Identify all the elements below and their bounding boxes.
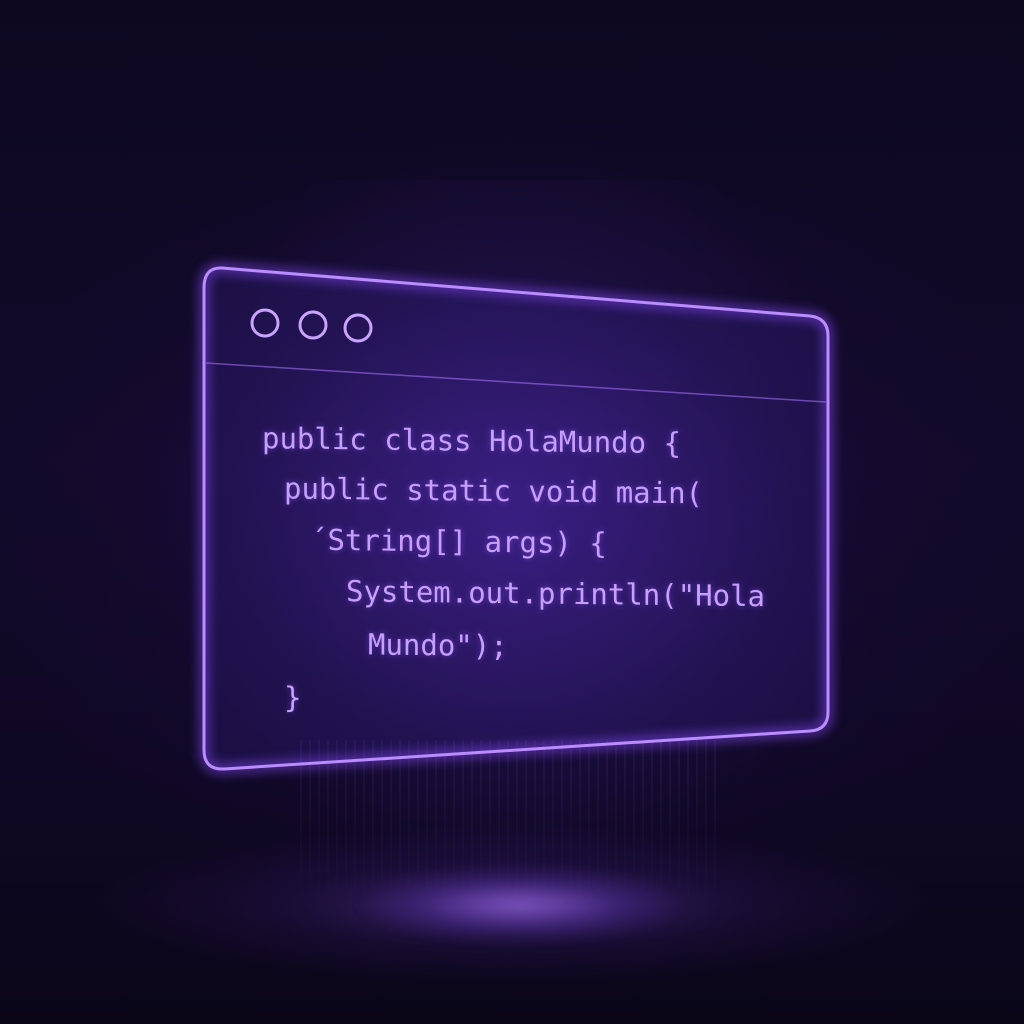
code-window: public class HolaMundo { public static v… xyxy=(198,261,834,776)
hologram-scene: public class HolaMundo { public static v… xyxy=(0,0,1024,1024)
code-line-1: public class HolaMundo { xyxy=(262,421,681,460)
hologram-window-svg: public class HolaMundo { public static v… xyxy=(198,261,834,776)
code-line-3: ´String[] args) { xyxy=(310,523,607,561)
code-line-6: } xyxy=(284,680,301,714)
code-line-5: Mundo"); xyxy=(368,627,508,663)
code-line-4: System.out.println("Hola xyxy=(346,574,765,613)
code-line-2: public static void main( xyxy=(284,471,703,510)
